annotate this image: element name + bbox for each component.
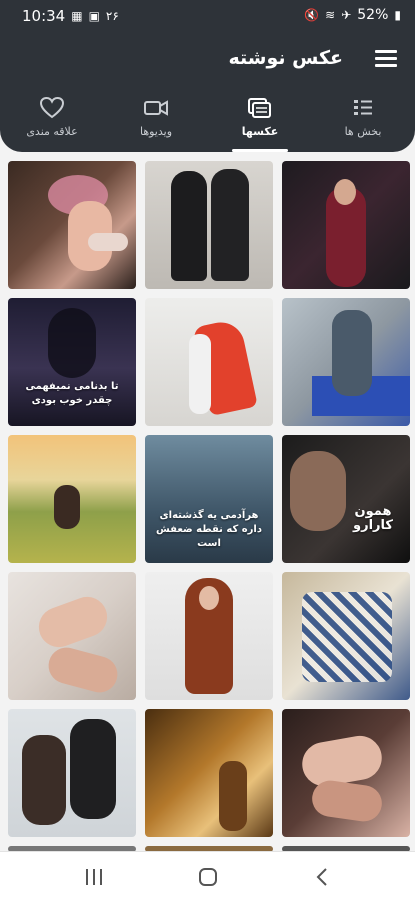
tab-favorites[interactable]: علاقه مندی [2,96,102,152]
image-tile-couple-dark[interactable] [282,161,410,289]
hand-shape [298,732,386,790]
menu-line [375,64,397,67]
quote-text: هرآدمی یه گذشته‌ای داره که نقطه ضعفش است [156,510,262,549]
quote-text: تا بدنامی نمیفهمی چقدر خوب بودی [25,381,119,406]
image-tile-scarf[interactable] [282,572,410,700]
recent-apps-icon [86,869,102,885]
face-shape [199,586,219,610]
back-button[interactable] [302,864,342,890]
tab-sections-label: بخش ها [344,125,382,138]
notification-count: ۲۶ [105,9,119,23]
tab-images-label: عکسها [241,125,279,138]
active-tab-indicator [232,149,288,152]
menu-button[interactable] [375,50,397,68]
tab-bar: علاقه مندی ویدیوها عکسها بخش ها [0,96,415,152]
battery-icon: ▮ [394,8,401,22]
battery-level: 52% [357,7,389,23]
home-button[interactable] [188,864,228,890]
person-shape [211,169,249,281]
person-shape [189,334,211,414]
qr-icon: ▦ [71,9,83,23]
face-shape [290,451,346,531]
status-left: 10:34 ▦ ▣ ۲۶ [22,7,119,25]
app-header: عکس نوشته علاقه مندی ویدیوها عکسها بخش ه… [0,34,415,152]
tab-favorites-label: علاقه مندی [26,125,78,138]
image-tile-couple-selfie[interactable] [8,709,136,837]
mute-icon: 🔇 [304,8,320,22]
face-shape [334,179,356,205]
airplane-icon: ✈ [341,8,352,22]
image-tile-red-coat[interactable] [145,298,273,426]
image-tile-metro-girl[interactable] [282,298,410,426]
image-tile-golden-quote[interactable] [145,709,273,837]
image-grid: تا بدنامی نمیفهمی چقدر خوب بودی هرآدمی ی… [8,161,410,852]
wifi-icon: ≋ [325,8,336,22]
status-time: 10:34 [22,7,66,25]
image-tile-blue-quote[interactable]: هرآدمی یه گذشته‌ای داره که نقطه ضعفش است [145,435,273,563]
system-nav-bar [0,851,415,901]
heart-icon [39,96,65,119]
quote-text: همون کارارو [353,504,393,533]
home-icon [199,868,217,886]
person-shape [70,719,116,819]
list-icon [354,100,372,115]
person-shape [332,310,372,396]
image-tile-dark-quote[interactable]: تا بدنامی نمیفهمی چقدر خوب بودی [8,298,136,426]
person-shape [219,761,247,831]
person-shape [54,485,80,529]
tab-videos-label: ویدیوها [139,125,173,138]
person-shape [171,171,207,281]
image-tile-hands-flowers[interactable] [8,161,136,289]
image-tile-hands-rings[interactable] [282,709,410,837]
image-tile-two-women[interactable] [145,161,273,289]
back-icon [316,868,327,886]
person-shape [22,735,66,825]
menu-line [375,50,397,53]
image-tile-actor[interactable]: همون کارارو [282,435,410,563]
tab-images[interactable]: عکسها [210,96,310,152]
status-right: 🔇 ≋ ✈ 52% ▮ [304,7,401,23]
menu-line [375,57,397,60]
status-bar: 10:34 ▦ ▣ ۲۶ 🔇 ≋ ✈ 52% ▮ [0,0,415,34]
gallery-icon: ▣ [88,9,100,23]
image-tile-long-hair[interactable] [145,572,273,700]
recent-apps-button[interactable] [74,864,114,890]
hand-shape [309,778,385,824]
app-title: عکس نوشته [228,47,343,69]
image-tile-ring-hands[interactable] [8,572,136,700]
bracelet-shape [88,233,128,251]
hand-shape [44,643,122,697]
tab-sections[interactable]: بخش ها [313,96,413,152]
hand-shape [33,591,113,653]
tab-videos[interactable]: ویدیوها [106,96,206,152]
person-shape [48,308,96,378]
images-icon [248,98,271,118]
scarf-shape [302,592,392,682]
image-tile-field-sunset[interactable] [8,435,136,563]
video-icon [144,100,168,116]
